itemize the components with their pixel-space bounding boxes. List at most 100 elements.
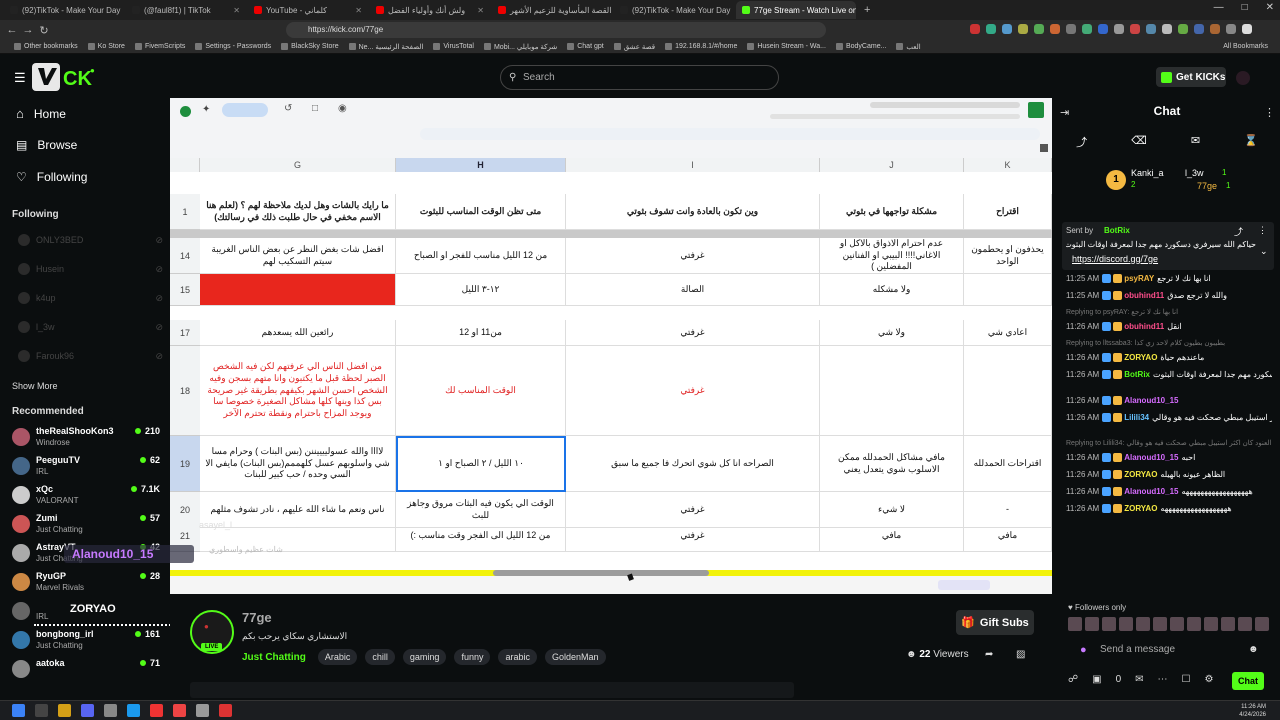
translate-icon[interactable]: ☐ [1182,674,1191,685]
extension-icon[interactable] [1210,24,1220,34]
browser-tab[interactable]: 77ge Stream - Watch Live on✕ [736,1,856,19]
recommended-channel[interactable]: theRealShooKon3 Windrose 210 [12,426,160,448]
url-field[interactable]: https://kick.com/77ge [286,22,826,38]
extension-icon[interactable] [970,24,980,34]
app-icon[interactable] [150,704,163,717]
maximize-icon[interactable]: □ [1242,2,1248,13]
recommended-channel[interactable]: aatoka 71 [12,658,160,680]
emote[interactable] [1153,617,1167,631]
message-user[interactable]: obuhind11 [1124,322,1164,331]
chat-message[interactable]: 11:26 AM Alanoud10_15 ههههههههههههههههههه [1066,487,1272,497]
emote[interactable] [1221,617,1235,631]
show-more-link[interactable]: Show More [12,381,58,391]
extension-icon[interactable] [1018,24,1028,34]
share-icon[interactable]: ➦ [985,649,993,660]
bookmark-item[interactable]: Husein Stream - Wa... [747,43,826,50]
pinned-link[interactable]: https://discord.gg/7ge [1072,254,1158,264]
message-user[interactable]: ZORYAO [1124,504,1157,513]
settings-icon[interactable] [196,704,209,717]
chat-message[interactable]: 11:26 AM BotRixحياكم الله سيرفري دسكورد م… [1066,370,1272,380]
following-channel[interactable]: l_3w ⊘ [18,321,163,333]
message-user[interactable]: Lilili34 [1124,413,1149,422]
chat-message[interactable]: 11:26 AM ZORYAO ماعندهم حياة [1066,353,1272,363]
message-user[interactable]: BotRix [1124,370,1150,379]
message-user[interactable]: Alanoud10_15 [1124,396,1178,405]
bookmark-item[interactable]: Ko Store [87,43,125,50]
system-clock[interactable]: 11:26 AM 4/24/2026 [1239,703,1266,719]
following-channel[interactable]: Husein ⊘ [18,263,163,275]
tag[interactable]: funny [454,649,491,665]
menu-icon[interactable]: ☰ [14,70,26,86]
bookmark-item[interactable]: Chat gpt [567,43,604,50]
chat-message[interactable]: 11:26 AM Alanoud10_15 [1066,396,1272,406]
browser-tab[interactable]: (92)TikTok - Make Your Day✕ [4,1,124,19]
back-icon[interactable]: ← [4,24,20,36]
extension-icon[interactable] [1002,24,1012,34]
message-user[interactable]: psyRAY [1124,274,1154,283]
emote[interactable] [1187,617,1201,631]
recommended-channel[interactable]: xQc VALORANT 7.1K [12,484,160,506]
close-tab-icon[interactable]: ✕ [355,6,362,15]
top-gifter-name[interactable]: Kanki_a [1131,168,1164,178]
top-gifter-name[interactable]: 77ge [1197,181,1217,191]
emoji-icon[interactable]: ☻ [1248,638,1259,662]
chat-bubble-icon[interactable]: ✉ [1135,674,1143,685]
extension-icon[interactable] [1162,24,1172,34]
video-player[interactable]: ✦ ↺ □ ◉ G H I J K 1 ما رايك بالشات وهل لديك مل… [170,98,1052,594]
bookmark-item[interactable]: قصة عشق [613,43,655,51]
category-link[interactable]: Just Chatting [242,652,306,663]
send-chat-button[interactable]: Chat [1232,672,1264,690]
chat-menu-icon[interactable]: ⋮ [1264,106,1275,119]
search-input[interactable]: ⚲ Search [500,65,779,90]
recommended-channel[interactable]: PeeguuTV IRL 62 [12,455,160,477]
app-icon[interactable] [127,704,140,717]
all-bookmarks-button[interactable]: All Bookmarks [1223,43,1268,50]
chat-bubble-icon[interactable]: ✉ [1191,134,1200,154]
more-options-icon[interactable]: ▨ [1016,649,1025,660]
file-explorer-icon[interactable] [58,704,71,717]
browser-tab[interactable]: القصة المأساوية للزعيم الأشهر✕ [492,1,612,19]
profile-avatar[interactable] [1242,24,1252,34]
top-gifter-name[interactable]: l_3w [1185,168,1204,178]
new-tab-icon[interactable]: + [864,4,870,16]
tag[interactable]: arabic [498,649,537,665]
emote[interactable] [1136,617,1150,631]
extension-icon[interactable] [1098,24,1108,34]
minimize-icon[interactable]: — [1214,2,1224,13]
search-icon[interactable] [35,704,48,717]
get-kicks-button[interactable]: Get KICKs [1156,67,1226,87]
timer-icon[interactable]: ⌛ [1244,134,1258,154]
message-user[interactable]: obuhind11 [1124,291,1164,300]
message-user[interactable]: ZORYAO [1124,470,1157,479]
emote[interactable] [1170,617,1184,631]
bookmark-item[interactable]: VirusTotal [433,43,474,50]
sidebar-item-browse[interactable]: ▤ Browse [16,138,77,152]
bookmark-item[interactable]: العب [896,43,921,51]
app-icon[interactable] [104,704,117,717]
close-icon[interactable]: ✕ [1266,2,1274,13]
emote[interactable] [1255,617,1269,631]
chat-message[interactable]: 11:25 AM obuhind11 والله لا ترجع صدق [1066,291,1272,301]
extension-icon[interactable] [1050,24,1060,34]
emote[interactable] [1085,617,1099,631]
more-icon[interactable]: ⋮ [1258,225,1267,236]
chevron-down-icon[interactable]: ⌄ [1260,246,1268,257]
following-channel[interactable]: ONLY3BED ⊘ [18,234,163,246]
chat-message[interactable]: 11:25 AM psyRAY انا بها نك لا ترجع [1066,274,1272,284]
bookmark-item[interactable]: BlackSky Store [281,43,339,50]
following-channel[interactable]: k4up ⊘ [18,292,163,304]
bookmark-item[interactable]: Settings - Passwords [195,43,271,50]
gift-subs-button[interactable]: 🎁 Gift Subs [956,610,1034,635]
tag[interactable]: gaming [402,649,447,665]
dots-icon[interactable]: ⋯ [1158,674,1168,685]
emote[interactable] [1204,617,1218,631]
kick-logo[interactable]: CK ● [32,63,106,91]
close-tab-icon[interactable]: ✕ [477,6,484,15]
bookmark-item[interactable]: Mobi... شركة موبايلي [483,43,557,51]
trash-icon[interactable]: ⌫ [1131,134,1147,154]
points-icon[interactable]: ☍ [1068,674,1078,685]
extension-icon[interactable] [986,24,996,34]
extension-icon[interactable] [1226,24,1236,34]
extension-icon[interactable] [1034,24,1044,34]
extension-icon[interactable] [1146,24,1156,34]
